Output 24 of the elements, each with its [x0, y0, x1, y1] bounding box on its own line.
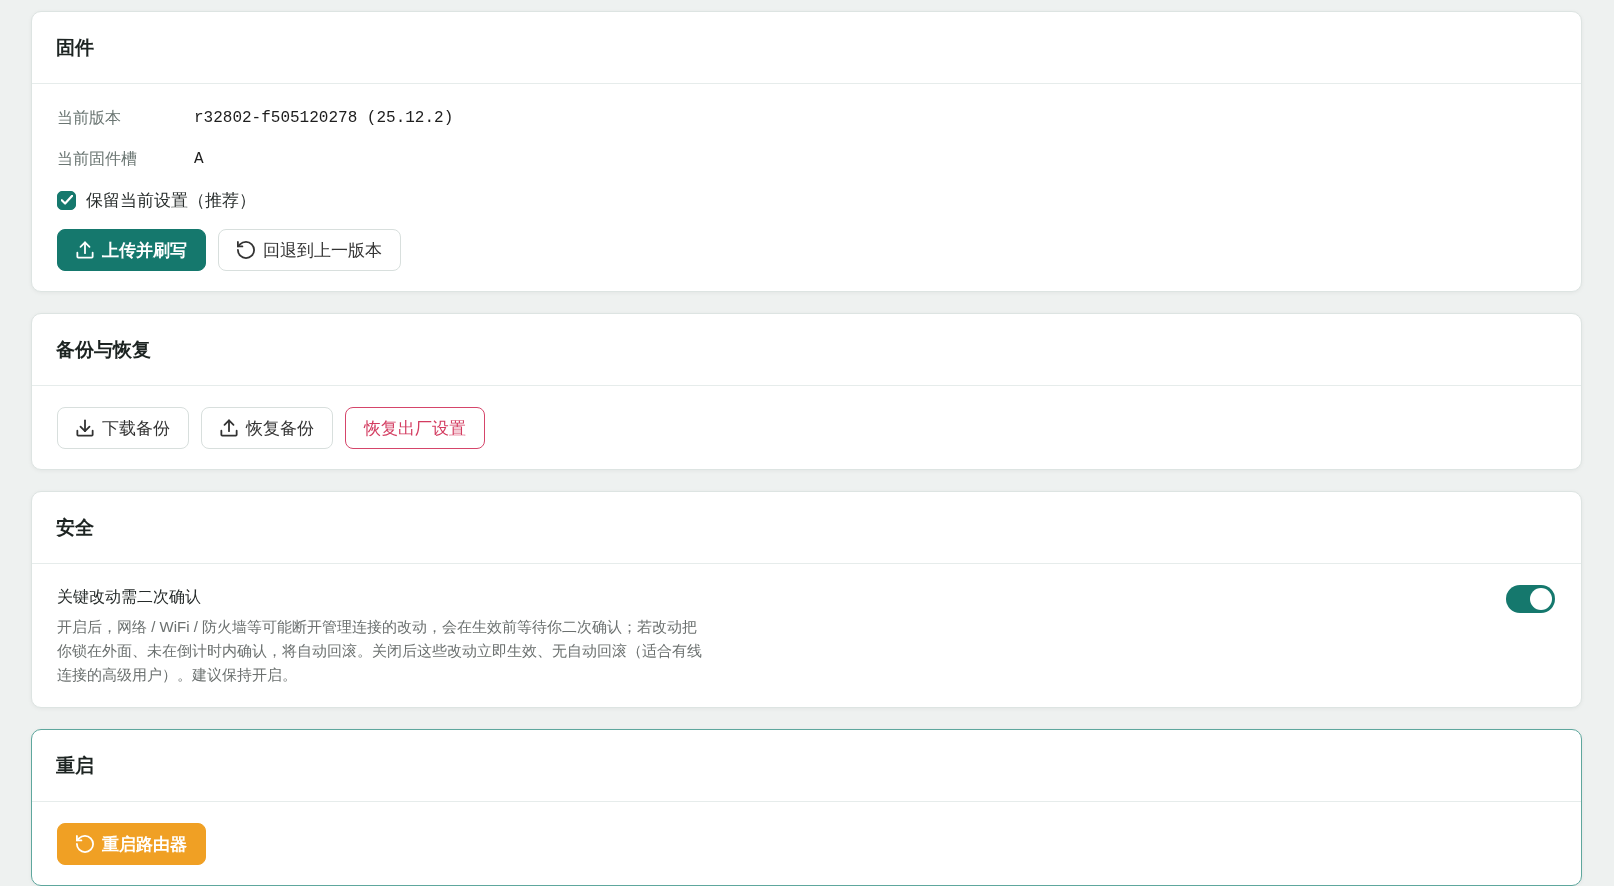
card-title: 重启 — [56, 753, 94, 778]
card-title: 备份与恢复 — [56, 337, 151, 362]
download-icon — [76, 419, 94, 437]
field-value: A — [194, 150, 204, 168]
rollback-button[interactable]: 回退到上一版本 — [218, 229, 401, 271]
rotate-left-icon — [237, 241, 255, 259]
checkbox[interactable] — [57, 190, 76, 210]
field-value: r32802-f505120278 (25.12.2) — [194, 109, 454, 127]
checkbox-label[interactable]: 保留当前设置（推荐） — [86, 188, 256, 212]
toggle-switch[interactable] — [1506, 585, 1555, 613]
setting-title: 关键改动需二次确认 — [57, 587, 202, 607]
upload-icon — [220, 419, 238, 437]
restore-backup-button[interactable]: 恢复备份 — [201, 407, 333, 449]
rotate-left-icon — [76, 835, 94, 853]
field-label: 当前固件槽 — [57, 148, 138, 169]
card-title: 固件 — [56, 35, 94, 60]
card-title: 安全 — [56, 515, 94, 540]
download-backup-button[interactable]: 下载备份 — [57, 407, 189, 449]
factory-reset-button[interactable]: 恢复出厂设置 — [345, 407, 485, 449]
field-label: 当前版本 — [57, 107, 122, 128]
upload-flash-button[interactable]: 上传并刷写 — [57, 229, 206, 271]
setting-description: 开启后，网络 / WiFi / 防火墙等可能断开管理连接的改动，会在生效前等待你二次确认；若改动把你锁在外面、未在倒计时内确认，将自动回滚。关闭后这些改动立即生效、无自动回滚（适合有线连接的高级用户）。建议保持开启。 — [57, 617, 703, 685]
upload-icon — [76, 241, 94, 259]
checkmark-icon — [60, 195, 73, 205]
